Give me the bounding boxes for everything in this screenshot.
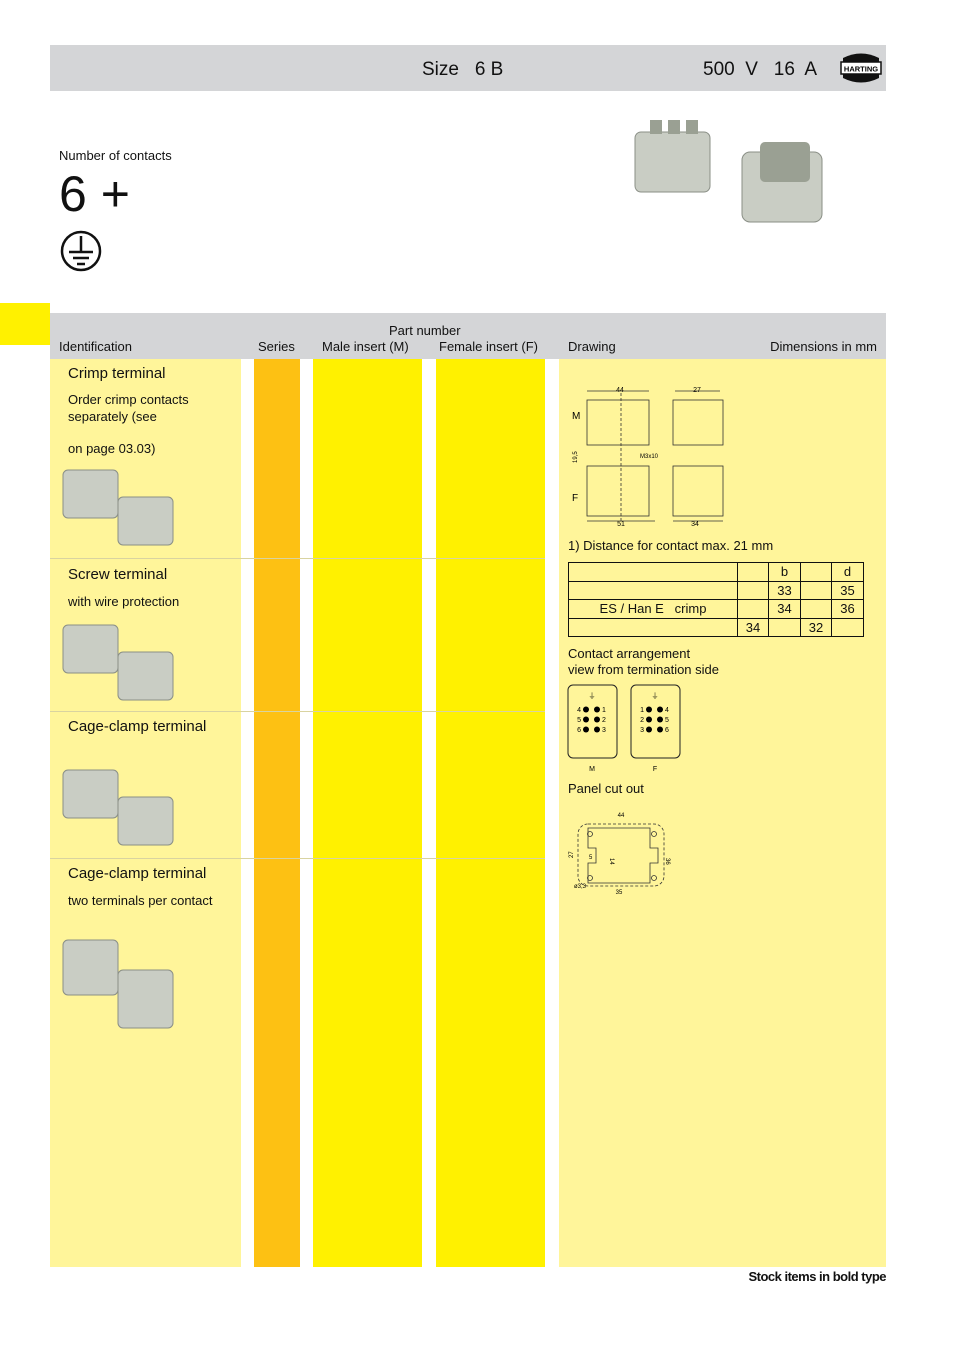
row-note: two terminals per contact <box>68 893 213 908</box>
svg-text:M3x10: M3x10 <box>640 454 659 460</box>
svg-text:44: 44 <box>616 387 624 394</box>
screw-photo <box>62 624 174 701</box>
contacts-label: Number of contacts <box>59 148 172 163</box>
contact-pin <box>583 726 589 733</box>
pin-number: 5 <box>665 717 669 724</box>
crimp-photo <box>62 469 174 546</box>
row-title: Screw terminal <box>68 566 168 583</box>
svg-text:F: F <box>572 493 578 504</box>
pin-number: 1 <box>640 707 644 714</box>
svg-text:44: 44 <box>618 813 625 819</box>
svg-text:27: 27 <box>693 387 701 394</box>
footnote: 1) Distance for contact max. 21 mm <box>568 538 774 553</box>
contact-arrangement-sub: view from termination side <box>568 662 719 677</box>
stock-note: Stock items in bold type <box>748 1269 886 1284</box>
pin-number: 4 <box>665 707 669 714</box>
product-photo <box>634 120 823 223</box>
section-tab <box>0 303 50 345</box>
svg-text:5: 5 <box>589 855 593 861</box>
contact-pin <box>594 706 600 713</box>
svg-text:M: M <box>589 766 595 773</box>
row-note: Order crimp contacts separately (see on pa… <box>68 392 189 456</box>
part-number-header: Part number <box>389 323 461 338</box>
series-column <box>254 359 300 1267</box>
svg-text:14: 14 <box>608 858 614 865</box>
cage-clamp-double-photo <box>62 939 174 1029</box>
series-header: Series <box>258 339 295 354</box>
contact-pin <box>594 716 600 723</box>
svg-text:M: M <box>572 411 580 422</box>
rating: 500 V 16 A <box>703 59 818 80</box>
row-title: Crimp terminal <box>68 365 166 382</box>
earth-icon <box>60 230 102 272</box>
svg-text:36: 36 <box>664 858 670 865</box>
row-title: Cage-clamp terminal <box>68 718 207 735</box>
svg-text:HARTING: HARTING <box>844 65 878 74</box>
panel-cutout-drawing: 44 35 ø3,3 27 36 14 5 <box>569 813 670 896</box>
pin-number: 1 <box>602 707 606 714</box>
contact-pin <box>594 726 600 733</box>
dimensions-header: Dimensions in mm <box>770 339 877 354</box>
earth-icon: ⏚ <box>652 692 659 700</box>
svg-text:34: 34 <box>691 521 699 528</box>
svg-text:ø3,3: ø3,3 <box>574 884 587 890</box>
contact-pin <box>583 706 589 713</box>
drawing-header: Drawing <box>568 339 616 354</box>
earth-icon: ⏚ <box>589 692 596 700</box>
row-divider <box>50 558 545 559</box>
contact-arrangement-title: Contact arrangement <box>568 646 691 661</box>
male-column <box>313 359 422 1267</box>
svg-text:51: 51 <box>617 521 625 528</box>
contact-pin <box>646 706 652 713</box>
row-divider <box>50 711 545 712</box>
pin-number: 6 <box>577 727 581 734</box>
row-note: with wire protection <box>68 594 180 609</box>
contact-arrangement-diagram: 4 1 5 2 6 3 ⏚ 1 4 2 5 3 6 ⏚ M F <box>567 684 681 773</box>
title-bar: Size 6 B 500 V 16 A HARTING <box>50 45 886 91</box>
svg-text:19,5: 19,5 <box>573 451 579 463</box>
male-header: Male insert (M) <box>322 339 409 354</box>
pin-number: 6 <box>665 727 669 734</box>
contacts-count: 6 + <box>59 166 130 278</box>
svg-text:F: F <box>653 766 657 773</box>
contact-pin <box>583 716 589 723</box>
contact-pin <box>657 726 663 733</box>
row-divider <box>50 858 545 859</box>
pin-number: 2 <box>602 717 606 724</box>
female-column <box>436 359 545 1267</box>
dimension-table: bd 33 35 ES / Han E crimp 34 36 34 32 <box>568 562 864 637</box>
pin-number: 4 <box>577 707 581 714</box>
contact-pin <box>646 716 652 723</box>
pin-number: 2 <box>640 717 644 724</box>
size-label: Size 6 B <box>422 59 504 80</box>
pin-number: 3 <box>640 727 644 734</box>
dimension-drawing: 44 27 51 34 M F M3x10 19,5 <box>572 387 724 528</box>
identification-header: Identification <box>59 339 132 354</box>
svg-text:35: 35 <box>616 890 623 896</box>
pin-number: 3 <box>602 727 606 734</box>
table-header: Part number Identification Series Male i… <box>50 313 886 359</box>
contact-pin <box>657 716 663 723</box>
contact-pin <box>657 706 663 713</box>
contact-pin <box>646 726 652 733</box>
pin-number: 5 <box>577 717 581 724</box>
cage-clamp-photo <box>62 769 174 846</box>
harting-logo: HARTING <box>840 53 882 83</box>
female-header: Female insert (F) <box>439 339 538 354</box>
panel-cutout-title: Panel cut out <box>568 781 644 796</box>
svg-text:27: 27 <box>569 851 575 858</box>
row-title: Cage-clamp terminal <box>68 865 207 882</box>
